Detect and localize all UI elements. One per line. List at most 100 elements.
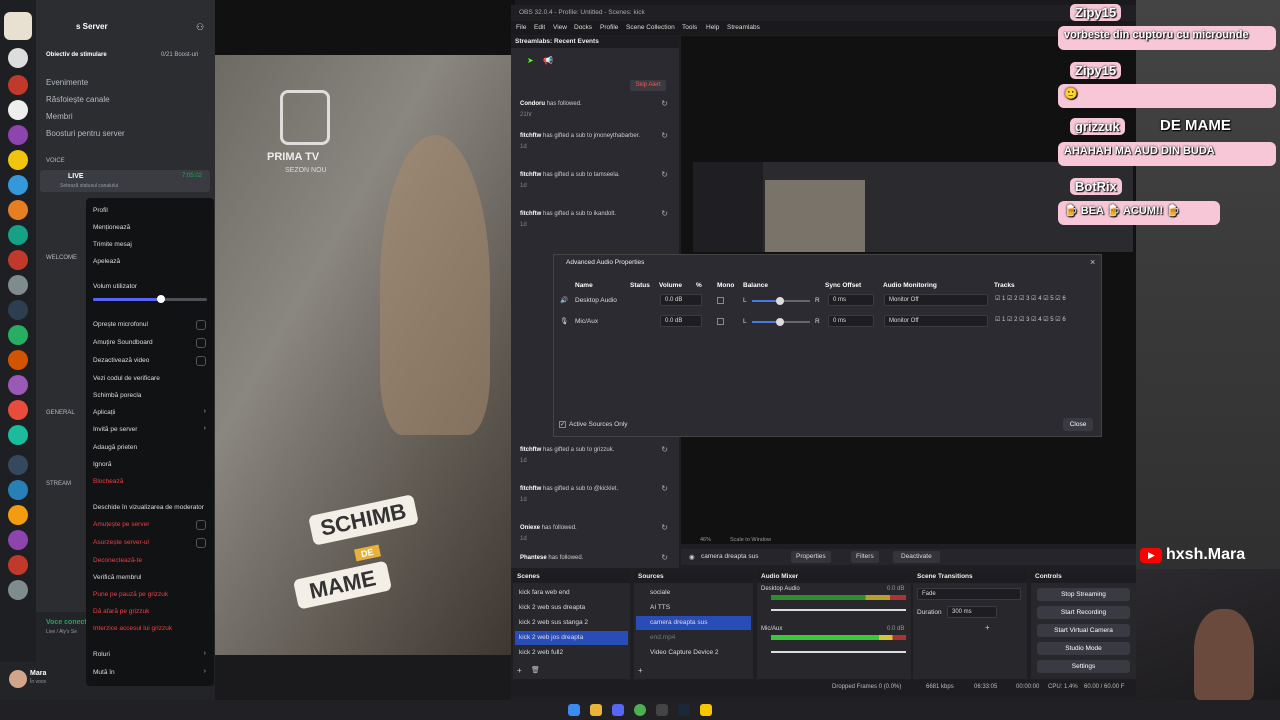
server-icon[interactable]	[8, 175, 28, 195]
menu-docks[interactable]: Docks	[574, 24, 592, 31]
menu-call[interactable]: Apelează	[93, 258, 120, 265]
menu-file[interactable]: File	[516, 24, 526, 31]
scene-item[interactable]: kick fara web end	[515, 586, 628, 600]
server-icon[interactable]	[8, 225, 28, 245]
balance-slider[interactable]	[752, 318, 810, 326]
server-icon[interactable]	[8, 350, 28, 370]
menu-kick[interactable]: Dă afară pe grizzuk	[93, 608, 149, 615]
menu-help[interactable]: Help	[706, 24, 719, 31]
menu-pause[interactable]: Pune pe pauză pe grizzuk	[93, 591, 168, 598]
megaphone-icon[interactable]: 📢	[543, 56, 553, 65]
server-logo[interactable]	[4, 12, 32, 40]
sync-offset-input[interactable]: 0 ms	[828, 294, 874, 306]
menu-streamlabs[interactable]: Streamlabs	[727, 24, 760, 31]
settings-button[interactable]: Settings	[1037, 660, 1130, 673]
server-icon[interactable]	[8, 48, 28, 68]
channel-events[interactable]: Evenimente	[46, 78, 88, 87]
server-icon[interactable]	[8, 200, 28, 220]
file-explorer-icon[interactable]	[590, 704, 602, 716]
studio-mode-button[interactable]: Studio Mode	[1037, 642, 1130, 655]
source-item[interactable]: AI TTS	[636, 601, 751, 615]
replay-icon[interactable]: ↻	[661, 524, 668, 532]
replay-icon[interactable]: ↻	[661, 210, 668, 218]
monitoring-select[interactable]: Monitor Off	[884, 294, 988, 306]
transition-select[interactable]: Fade	[917, 588, 1021, 600]
scene-item[interactable]: kick 2 web full2	[515, 646, 628, 660]
add-scene-icon[interactable]: +	[517, 666, 522, 675]
deactivate-button[interactable]: Deactivate	[893, 551, 940, 563]
tracks-row-1[interactable]: ☑ 1 ☑ 2 ☑ 3 ☑ 4 ☑ 5 ☑ 6	[995, 295, 1066, 302]
mono-checkbox[interactable]	[717, 318, 724, 325]
server-icon[interactable]	[8, 300, 28, 320]
windows-start-icon[interactable]	[568, 704, 580, 716]
server-icon[interactable]	[8, 480, 28, 500]
channel-status-hint[interactable]: Setează statusul canalului	[60, 183, 118, 189]
replay-icon[interactable]: ↻	[661, 554, 668, 562]
volume-slider-handle[interactable]	[157, 295, 166, 303]
server-icon[interactable]	[8, 425, 28, 445]
menu-apps[interactable]: Aplicații	[93, 409, 115, 416]
skip-alert-button[interactable]: Skip Alert	[630, 80, 666, 91]
trash-icon[interactable]: 🗑	[531, 666, 540, 674]
balance-slider-handle[interactable]	[776, 318, 784, 326]
server-icon[interactable]	[8, 505, 28, 525]
menu-ban[interactable]: Interzice accesul lui grizzuk	[93, 625, 172, 632]
avatar[interactable]	[9, 670, 27, 688]
scene-item[interactable]: kick 2 web sus stanga 2	[515, 616, 628, 630]
menu-disable-video[interactable]: Dezactivează video	[93, 357, 149, 364]
server-icon[interactable]	[8, 400, 28, 420]
menu-roles[interactable]: Roluri	[93, 651, 110, 658]
welcome-header[interactable]: WELCOME	[46, 255, 77, 261]
server-icon[interactable]	[8, 75, 28, 95]
add-source-icon[interactable]: +	[638, 666, 643, 675]
volume-slider[interactable]	[93, 295, 207, 303]
balance-slider[interactable]	[752, 297, 810, 305]
menu-ignore[interactable]: Ignoră	[93, 461, 111, 468]
source-item-selected[interactable]: camera dreapta sus	[636, 616, 751, 630]
server-icon[interactable]	[8, 325, 28, 345]
balance-slider-handle[interactable]	[776, 297, 784, 305]
channel-boosts[interactable]: Boosturi pentru server	[46, 129, 125, 138]
filters-button[interactable]: Filters	[851, 551, 879, 563]
volume-input[interactable]: 0.0 dB	[660, 315, 702, 327]
server-icon[interactable]	[8, 580, 28, 600]
server-icon[interactable]	[8, 250, 28, 270]
menu-mention[interactable]: Menționează	[93, 224, 130, 231]
scene-item-selected[interactable]: kick 2 web jos dreapta	[515, 631, 628, 645]
menu-edit[interactable]: Edit	[534, 24, 545, 31]
server-name[interactable]: s Server	[76, 22, 108, 31]
replay-icon[interactable]: ↻	[661, 171, 668, 179]
voice-header[interactable]: VOICE	[46, 158, 65, 164]
menu-invite[interactable]: Invită pe server	[93, 426, 137, 433]
menu-view[interactable]: View	[553, 24, 567, 31]
replay-icon[interactable]: ↻	[661, 100, 668, 108]
server-icon[interactable]	[8, 125, 28, 145]
live-channel[interactable]: LIVE 7:05:02 Setează statusul canalului	[40, 170, 210, 192]
source-item[interactable]: Video Capture Device 2	[636, 646, 751, 660]
menu-move-to[interactable]: Mută în	[93, 669, 115, 676]
active-only-checkbox[interactable]: ✓	[559, 421, 566, 428]
channel-members[interactable]: Membri	[46, 112, 73, 121]
stop-streaming-button[interactable]: Stop Streaming	[1037, 588, 1130, 601]
menu-mod-view[interactable]: Deschide în vizualizarea de moderator	[93, 504, 204, 511]
menu-mute-soundboard[interactable]: Amuțire Soundboard	[93, 339, 153, 346]
menu-profile[interactable]: Profil	[93, 207, 108, 214]
disable-video-checkbox[interactable]	[196, 356, 206, 366]
menu-profile[interactable]: Profile	[600, 24, 618, 31]
replay-icon[interactable]: ↻	[661, 132, 668, 140]
steam-icon[interactable]	[678, 704, 690, 716]
menu-mute-mic[interactable]: Oprește microfonul	[93, 321, 148, 328]
menu-send-message[interactable]: Trimite mesaj	[93, 241, 132, 248]
source-item-hidden[interactable]: end.mp4	[636, 631, 751, 645]
stream-header[interactable]: STREAM	[46, 481, 71, 487]
menu-server-deafen[interactable]: Asurzește server-ul	[93, 539, 149, 546]
send-icon[interactable]: ➤	[527, 56, 534, 65]
boost-goal[interactable]: Obiectiv de stimulare	[46, 52, 107, 58]
mute-soundboard-checkbox[interactable]	[196, 338, 206, 348]
menu-tools[interactable]: Tools	[682, 24, 697, 31]
virtual-camera-button[interactable]: Start Virtual Camera	[1037, 624, 1130, 637]
scale-select[interactable]: Scale to Window	[730, 537, 771, 543]
menu-server-mute[interactable]: Amuțește pe server	[93, 521, 149, 528]
menu-nickname[interactable]: Schimbă porecla	[93, 392, 141, 399]
menu-scene-collection[interactable]: Scene Collection	[626, 24, 675, 31]
